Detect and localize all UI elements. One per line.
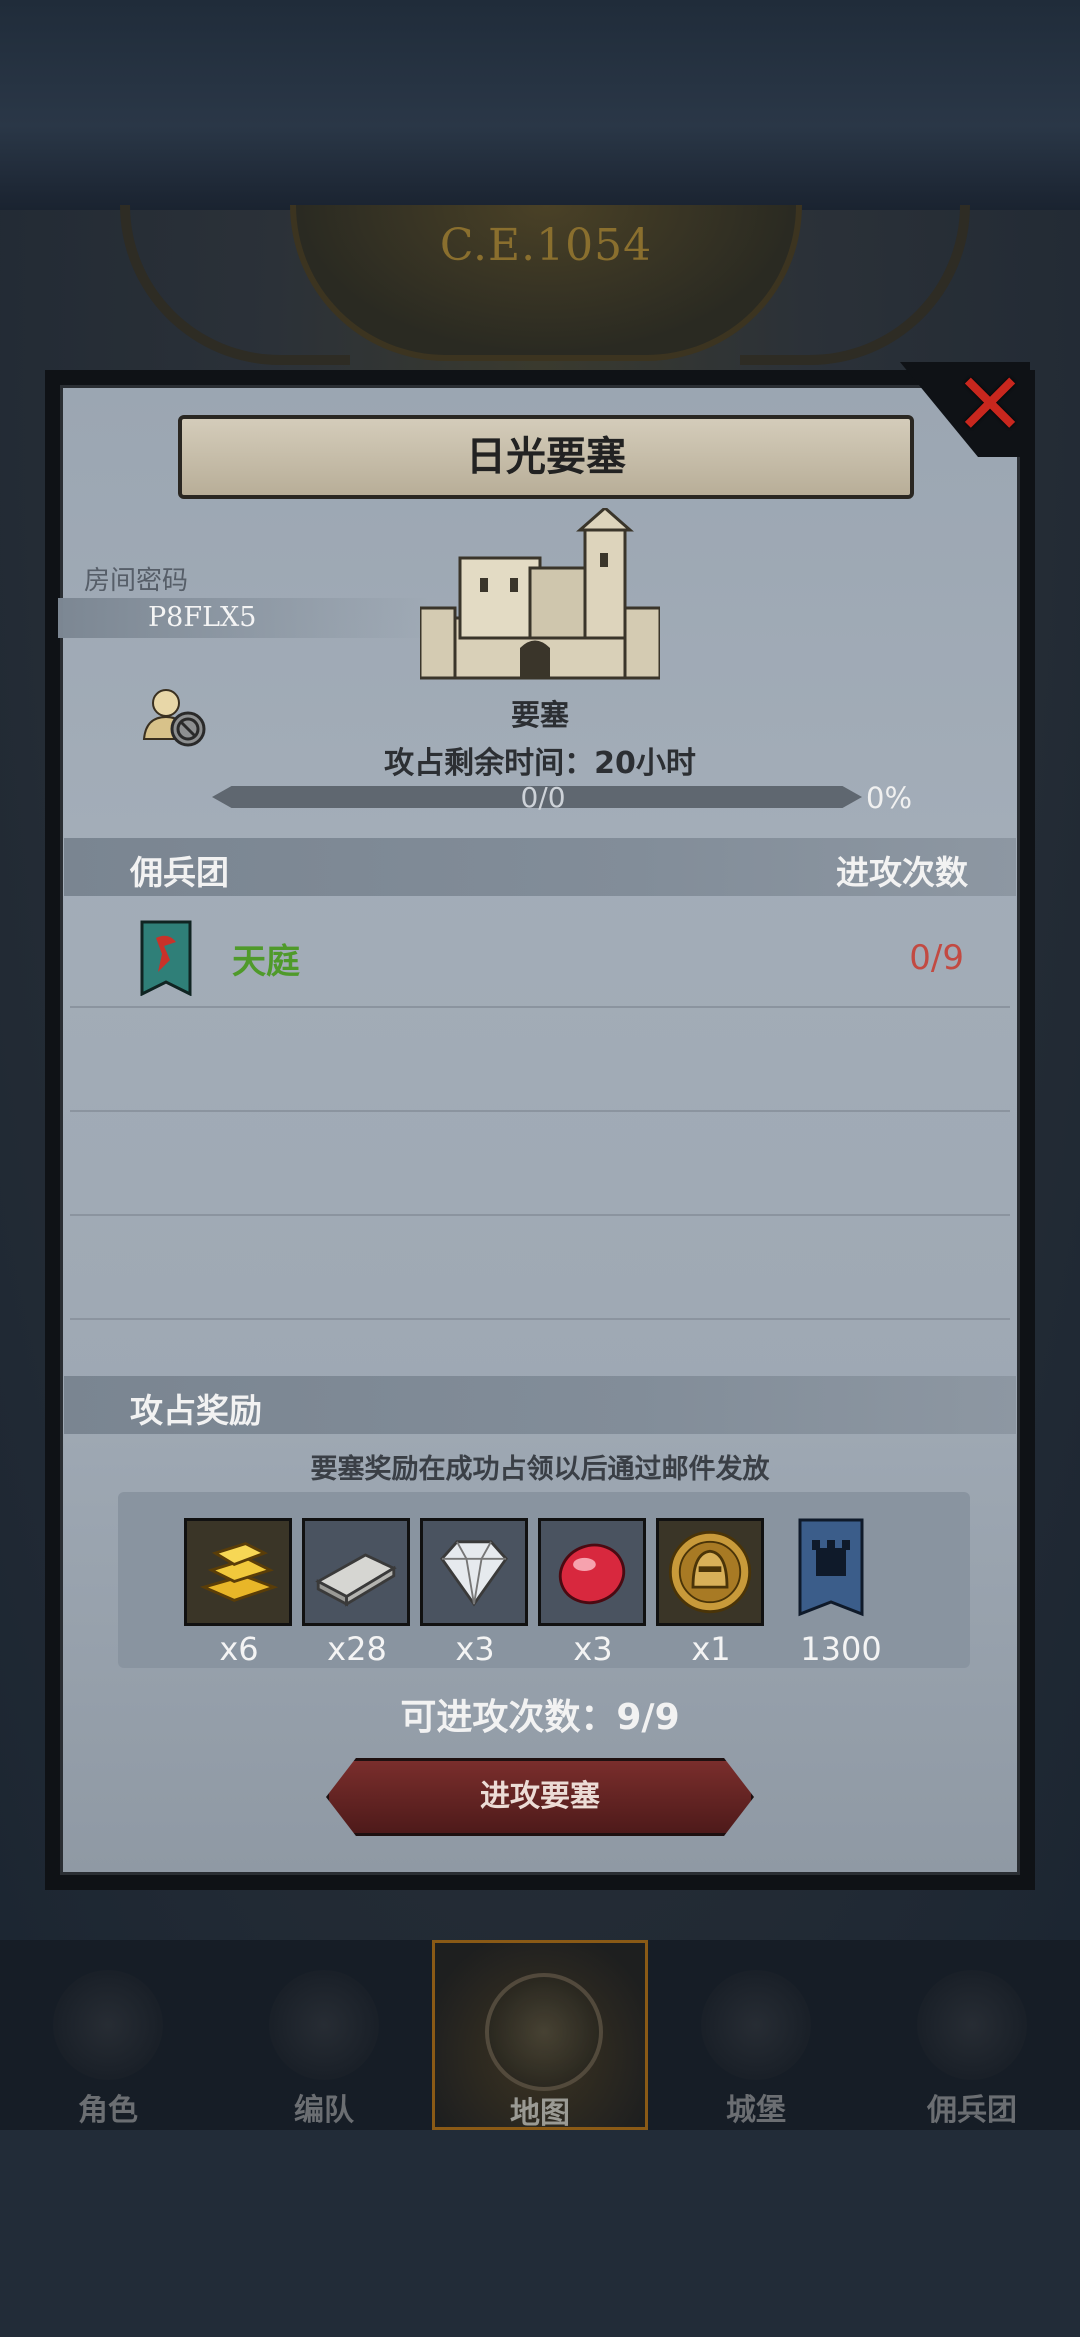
nav-label: 地图 (510, 2096, 570, 2131)
dialog-title-banner: 日光要塞 (178, 415, 914, 499)
list-item (70, 1006, 1010, 1112)
reward-header: 攻占奖励 (130, 1391, 262, 1430)
attack-button-label: 进攻要塞 (480, 1779, 600, 1814)
nav-label: 角色 (78, 2093, 138, 2128)
fortress-icon (418, 506, 662, 683)
reward-qty: x3 (455, 1630, 495, 1668)
guild-name[interactable]: 天庭 (232, 934, 300, 983)
castle-banner-icon[interactable] (790, 1518, 872, 1626)
room-password-label: 房间密码 (84, 566, 189, 596)
capture-progress-text: 0/0 (520, 781, 566, 814)
capture-time-remaining: 攻占剩余时间：20小时 (384, 746, 696, 781)
guild-banner-icon (140, 920, 192, 997)
remaining-attempts: 可进攻次数：9/9 (400, 1697, 680, 1738)
helmet-icon (269, 1970, 379, 2080)
gold-bar-icon[interactable] (184, 1518, 292, 1626)
reward-qty: x6 (219, 1630, 259, 1668)
bottom-nav: 角色 编队 地图 城堡 佣兵团 (0, 1940, 1080, 2131)
ruby-icon[interactable] (538, 1518, 646, 1626)
reward-qty: 1300 (800, 1630, 882, 1668)
dialog-title: 日光要塞 (466, 434, 626, 480)
nav-tab-mercenary[interactable]: 佣兵团 (864, 1940, 1080, 2130)
nav-tab-formation[interactable]: 编队 (216, 1940, 432, 2130)
reward-note: 要塞奖励在成功占领以后通过邮件发放 (310, 1454, 770, 1485)
nav-label: 佣兵团 (927, 2093, 1017, 2128)
nav-label: 编队 (294, 2093, 354, 2128)
diamond-icon[interactable] (420, 1518, 528, 1626)
top-background (0, 0, 1080, 210)
nav-label: 城堡 (726, 2093, 786, 2128)
reward-qty: x1 (691, 1630, 731, 1668)
guild-row (70, 902, 1010, 1008)
castle-icon (701, 1970, 811, 2080)
room-password-value: P8FLX5 (148, 602, 257, 633)
bottom-background (0, 2130, 1080, 2337)
knight-icon (53, 1970, 163, 2080)
compass-icon (485, 1973, 603, 2091)
nav-tab-character[interactable]: 角色 (0, 1940, 216, 2130)
attack-fortress-button[interactable]: 进攻要塞 (326, 1758, 754, 1836)
knight-helmet-medal-icon[interactable] (656, 1518, 764, 1626)
era-date: C.E.1054 (439, 220, 653, 271)
iron-bar-icon[interactable] (302, 1518, 410, 1626)
attacks-column-header: 进攻次数 (836, 853, 968, 892)
fortress-type-label: 要塞 (510, 698, 569, 732)
nav-tab-map[interactable]: 地图 (432, 1940, 648, 2131)
nav-tab-castle[interactable]: 城堡 (648, 1940, 864, 2130)
era-date-dial: C.E.1054 (290, 205, 802, 361)
reward-qty: x3 (573, 1630, 613, 1668)
capture-progress-percent: 0% (866, 781, 913, 815)
list-item (70, 1110, 1010, 1216)
reward-qty: x28 (327, 1630, 387, 1668)
list-item (70, 1214, 1010, 1320)
ship-icon (917, 1970, 1027, 2080)
guild-column-header: 佣兵团 (130, 853, 229, 892)
guild-attack-count: 0/9 (909, 938, 964, 978)
close-icon[interactable]: ✕ (950, 362, 1030, 448)
